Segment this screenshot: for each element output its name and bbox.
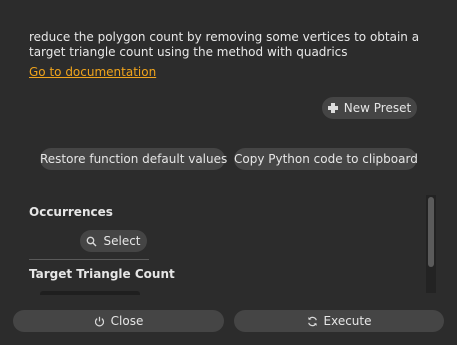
section-divider [29, 259, 149, 260]
power-icon [94, 316, 104, 327]
select-label: Select [103, 234, 141, 248]
occurrences-heading: Occurrences [29, 205, 113, 219]
function-panel: reduce the polygon count by removing som… [0, 0, 457, 345]
copy-python-code-button[interactable]: Copy Python code to clipboard [234, 148, 418, 170]
close-label: Close [110, 314, 144, 328]
restore-defaults-button[interactable]: Restore function default values [40, 148, 227, 170]
target-triangle-count-heading: Target Triangle Count [29, 267, 175, 281]
new-preset-button[interactable]: New Preset [322, 97, 417, 119]
execute-label: Execute [323, 314, 372, 328]
new-preset-label: New Preset [343, 101, 412, 115]
target-triangle-count-field[interactable] [40, 291, 140, 295]
function-description: reduce the polygon count by removing som… [29, 30, 420, 59]
execute-button[interactable]: Execute [234, 310, 444, 332]
search-icon [87, 236, 97, 247]
close-button[interactable]: Close [13, 310, 224, 332]
plus-icon [327, 103, 338, 113]
refresh-icon [307, 316, 317, 327]
select-occurrences-button[interactable]: Select [80, 230, 147, 252]
scrollbar-thumb[interactable] [428, 197, 434, 267]
documentation-link[interactable]: Go to documentation [29, 65, 156, 80]
